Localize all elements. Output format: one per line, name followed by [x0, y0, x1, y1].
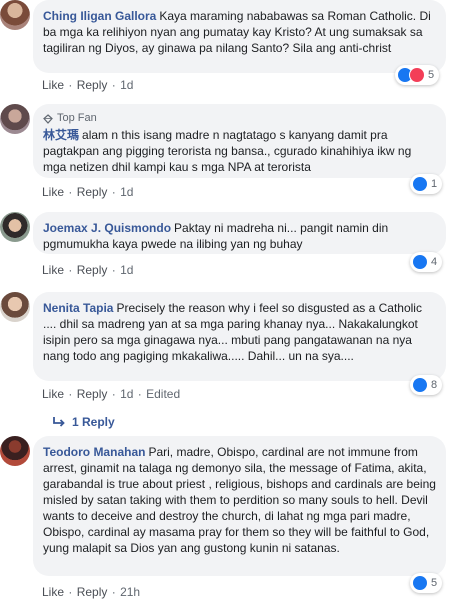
comment-bubble: Ching Iligan Gallora Kaya maraming nababa…: [33, 0, 446, 73]
reply-link[interactable]: Reply: [77, 585, 108, 599]
timestamp[interactable]: 1d: [120, 78, 133, 92]
replies-count-label[interactable]: 1 Reply: [72, 415, 115, 429]
reaction-summary[interactable]: 5: [410, 573, 443, 593]
like-link[interactable]: Like: [42, 263, 64, 277]
reply-link[interactable]: Reply: [77, 387, 108, 401]
commenter-name[interactable]: 林艾瑪: [43, 128, 79, 142]
reaction-summary[interactable]: 4: [410, 252, 443, 272]
timestamp[interactable]: 21h: [120, 585, 140, 599]
reaction-count: 5: [428, 69, 435, 81]
comment-text: alam n this isang madre n nagtatago s ka…: [43, 128, 412, 174]
reaction-summary[interactable]: 1: [410, 174, 443, 194]
top-fan-diamond-icon: [43, 113, 53, 124]
commenter-name[interactable]: Joemax J. Quismondo: [43, 221, 171, 235]
comment-bubble: Teodoro Manahan Pari, madre, Obispo, card…: [33, 436, 446, 576]
avatar[interactable]: [0, 436, 30, 466]
reaction-summary[interactable]: 5: [395, 65, 440, 85]
comment-actions: Like · Reply · 1d: [42, 263, 134, 277]
reaction-count: 1: [431, 178, 438, 190]
like-icon: [412, 176, 428, 192]
avatar[interactable]: [0, 104, 30, 134]
comment-bubble: Top Fan 林艾瑪 alam n this isang madre n nag…: [33, 104, 446, 178]
edited-label[interactable]: Edited: [146, 387, 180, 401]
top-fan-label: Top Fan: [57, 112, 97, 124]
view-replies-link[interactable]: 1 Reply: [52, 415, 115, 429]
reaction-count: 5: [431, 577, 438, 589]
reply-link[interactable]: Reply: [77, 185, 108, 199]
reaction-summary[interactable]: 8: [410, 375, 443, 395]
comment-actions: Like · Reply · 1d: [42, 78, 134, 92]
commenter-name[interactable]: Nenita Tapia: [43, 301, 113, 315]
avatar[interactable]: [0, 0, 30, 30]
comment-actions: Like · Reply · 21h: [42, 585, 141, 599]
comment-actions: Like · Reply · 1d · Edited: [42, 387, 181, 401]
reaction-count: 4: [431, 256, 438, 268]
like-link[interactable]: Like: [42, 387, 64, 401]
like-icon: [412, 575, 428, 591]
timestamp[interactable]: 1d: [120, 263, 133, 277]
top-fan-badge: Top Fan: [43, 112, 436, 125]
comment-text: Pari, madre, Obispo, cardinal are not im…: [43, 445, 436, 555]
commenter-name[interactable]: Ching Iligan Gallora: [43, 9, 156, 23]
like-link[interactable]: Like: [42, 185, 64, 199]
comment-bubble: Joemax J. Quismondo Paktay ni madreha ni.…: [33, 212, 446, 254]
reaction-count: 8: [431, 379, 438, 391]
comment-bubble: Nenita Tapia Precisely the reason why i f…: [33, 292, 446, 381]
timestamp[interactable]: 1d: [120, 387, 133, 401]
love-icon: [409, 67, 425, 83]
reply-link[interactable]: Reply: [77, 263, 108, 277]
timestamp[interactable]: 1d: [120, 185, 133, 199]
like-icon: [412, 377, 428, 393]
comment-actions: Like · Reply · 1d: [42, 185, 134, 199]
like-link[interactable]: Like: [42, 78, 64, 92]
avatar[interactable]: [0, 212, 30, 242]
reply-link[interactable]: Reply: [77, 78, 108, 92]
reply-arrow-icon: [53, 417, 65, 427]
like-link[interactable]: Like: [42, 585, 64, 599]
like-icon: [412, 254, 428, 270]
avatar[interactable]: [0, 292, 30, 322]
commenter-name[interactable]: Teodoro Manahan: [43, 445, 145, 459]
